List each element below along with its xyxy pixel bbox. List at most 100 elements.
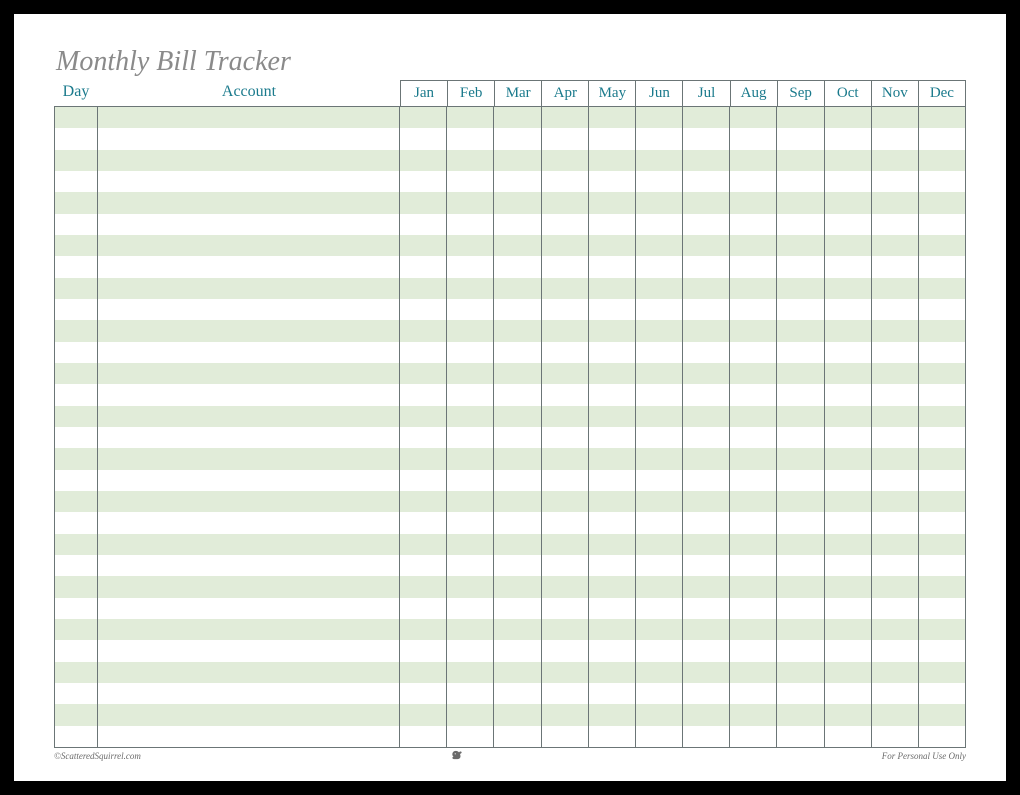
cell-month — [825, 619, 872, 640]
cell-month — [494, 299, 541, 320]
cell-month — [872, 150, 919, 171]
cell-month — [777, 427, 824, 448]
cell-month — [825, 726, 872, 747]
cell-month — [542, 619, 589, 640]
cell-account — [98, 320, 400, 341]
cell-month — [872, 192, 919, 213]
cell-month — [447, 363, 494, 384]
table-row — [55, 470, 966, 491]
header-month-oct: Oct — [825, 81, 872, 106]
cell-account — [98, 470, 400, 491]
cell-month — [825, 171, 872, 192]
table-row — [55, 406, 966, 427]
cell-day — [55, 107, 98, 128]
cell-month — [872, 406, 919, 427]
cell-month — [683, 512, 730, 533]
cell-month — [636, 299, 683, 320]
cell-month — [825, 320, 872, 341]
cell-day — [55, 320, 98, 341]
cell-month — [494, 192, 541, 213]
cell-month — [589, 470, 636, 491]
table-row — [55, 342, 966, 363]
cell-month — [730, 192, 777, 213]
cell-month — [919, 640, 966, 661]
cell-month — [683, 427, 730, 448]
table-row — [55, 320, 966, 341]
cell-month — [683, 342, 730, 363]
cell-month — [447, 662, 494, 683]
footer-usage: For Personal Use Only — [882, 751, 966, 761]
cell-month — [825, 278, 872, 299]
cell-month — [872, 171, 919, 192]
cell-month — [636, 150, 683, 171]
cell-month — [636, 534, 683, 555]
cell-month — [494, 726, 541, 747]
cell-month — [400, 576, 447, 597]
cell-month — [589, 619, 636, 640]
cell-month — [447, 534, 494, 555]
cell-month — [730, 534, 777, 555]
cell-month — [777, 512, 824, 533]
cell-month — [872, 427, 919, 448]
cell-account — [98, 683, 400, 704]
cell-month — [636, 406, 683, 427]
cell-month — [919, 278, 966, 299]
cell-month — [683, 171, 730, 192]
header-month-dec: Dec — [919, 81, 966, 106]
header-month-sep: Sep — [778, 81, 825, 106]
cell-month — [730, 662, 777, 683]
cell-month — [542, 427, 589, 448]
cell-month — [919, 555, 966, 576]
table-row — [55, 427, 966, 448]
cell-month — [683, 662, 730, 683]
header-day: Day — [54, 80, 98, 106]
cell-month — [447, 278, 494, 299]
cell-day — [55, 299, 98, 320]
cell-month — [494, 256, 541, 277]
cell-month — [636, 576, 683, 597]
cell-month — [919, 726, 966, 747]
cell-month — [825, 470, 872, 491]
cell-month — [400, 256, 447, 277]
cell-month — [825, 427, 872, 448]
header-month-jan: Jan — [401, 81, 448, 106]
cell-month — [542, 214, 589, 235]
table-row — [55, 640, 966, 661]
cell-month — [589, 555, 636, 576]
cell-month — [825, 640, 872, 661]
cell-month — [494, 107, 541, 128]
cell-month — [494, 512, 541, 533]
cell-account — [98, 448, 400, 469]
cell-month — [730, 235, 777, 256]
cell-month — [683, 107, 730, 128]
cell-month — [919, 598, 966, 619]
cell-month — [683, 384, 730, 405]
cell-month — [919, 491, 966, 512]
cell-month — [542, 726, 589, 747]
cell-account — [98, 235, 400, 256]
cell-month — [919, 384, 966, 405]
cell-month — [730, 256, 777, 277]
cell-month — [494, 448, 541, 469]
cell-month — [589, 491, 636, 512]
cell-month — [400, 619, 447, 640]
cell-account — [98, 406, 400, 427]
cell-month — [589, 171, 636, 192]
cell-month — [636, 619, 683, 640]
cell-month — [825, 598, 872, 619]
table-row — [55, 256, 966, 277]
header-account: Account — [98, 80, 400, 106]
cell-month — [919, 320, 966, 341]
cell-month — [542, 278, 589, 299]
cell-account — [98, 171, 400, 192]
cell-month — [777, 448, 824, 469]
cell-month — [683, 555, 730, 576]
cell-month — [494, 342, 541, 363]
cell-month — [683, 235, 730, 256]
cell-month — [447, 107, 494, 128]
cell-month — [872, 107, 919, 128]
cell-month — [589, 384, 636, 405]
table-row — [55, 555, 966, 576]
cell-month — [730, 214, 777, 235]
cell-month — [494, 598, 541, 619]
